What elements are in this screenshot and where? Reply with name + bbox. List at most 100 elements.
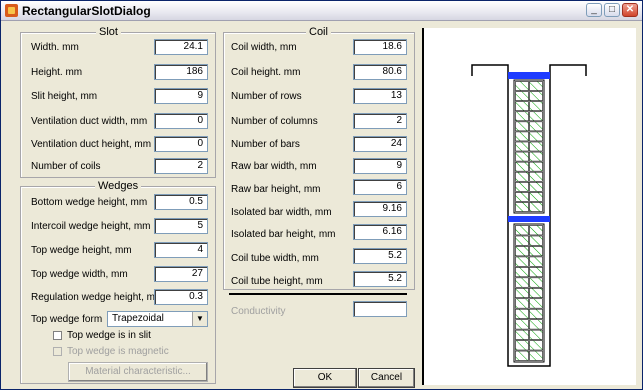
slot-group-title: Slot — [96, 26, 121, 38]
intercoil-wedge — [508, 216, 550, 222]
coil-bar — [529, 267, 543, 278]
isolated-bar-height-label: Isolated bar height, mm — [231, 229, 336, 240]
conductivity-label: Conductivity — [231, 306, 286, 317]
coil-bar — [529, 298, 543, 309]
coil-bar — [515, 298, 529, 309]
coil-bar — [515, 121, 529, 132]
coil-bar — [529, 235, 543, 246]
coil-bar — [529, 141, 543, 152]
isolated-bar-width-input[interactable]: 9.16 — [353, 201, 407, 217]
coil-bar — [529, 181, 543, 192]
isolated-bar-height-input[interactable]: 6.16 — [353, 224, 407, 240]
cancel-button[interactable]: Cancel — [358, 368, 415, 388]
material-characteristic-button[interactable]: Material characteristic... — [68, 362, 208, 382]
number-of-columns-input[interactable]: 2 — [353, 113, 407, 129]
conductivity-input[interactable] — [353, 301, 407, 317]
coil-bar — [515, 319, 529, 330]
coil-bar — [529, 171, 543, 182]
intercoil-wedge-height-label: Intercoil wedge height, mm — [31, 221, 151, 232]
coil-width-input[interactable]: 18.6 — [353, 39, 407, 55]
coil-bar — [529, 192, 543, 202]
regulation-wedge-height-label: Regulation wedge height, mm — [31, 292, 164, 303]
coil-bar — [529, 308, 543, 319]
number-of-coils-label: Number of coils — [31, 161, 101, 172]
coil-bar — [529, 111, 543, 122]
coil-bar — [529, 121, 543, 132]
top-wedge-magnetic-checkbox[interactable] — [53, 347, 62, 356]
coil-bar — [529, 202, 543, 212]
top-wedge — [508, 72, 550, 79]
dialog-window: RectangularSlotDialog _ □ ✕ Slot Width. … — [0, 0, 643, 390]
coil-tube-height-label: Coil tube height, mm — [231, 276, 323, 287]
coil-bar — [515, 192, 529, 202]
coil-bar — [515, 246, 529, 257]
slot-width-input[interactable]: 24.1 — [154, 39, 208, 55]
vent-duct-width-label: Ventilation duct width, mm — [31, 116, 148, 127]
bottom-wedge-height-label: Bottom wedge height, mm — [31, 197, 148, 208]
top-wedge-magnetic-label: Top wedge is magnetic — [67, 346, 169, 357]
number-of-rows-input[interactable]: 13 — [353, 88, 407, 104]
regulation-wedge-height-input[interactable]: 0.3 — [154, 289, 208, 305]
coil-separator — [229, 293, 407, 295]
top-wedge-in-slit-label: Top wedge is in slit — [67, 330, 151, 341]
coil-group-title: Coil — [306, 26, 331, 38]
slot-drawing — [471, 64, 587, 367]
number-of-bars-input[interactable]: 24 — [353, 136, 407, 152]
number-of-rows-label: Number of rows — [231, 91, 302, 102]
coil-bar — [529, 101, 543, 112]
vent-duct-height-input[interactable]: 0 — [154, 136, 208, 152]
vent-duct-width-input[interactable]: 0 — [154, 113, 208, 129]
coil-bar — [529, 350, 543, 361]
slot-height-input[interactable]: 186 — [154, 64, 208, 80]
maximize-button[interactable]: □ — [604, 3, 620, 17]
coil-bar — [515, 202, 529, 212]
chevron-down-icon[interactable]: ▼ — [192, 312, 207, 326]
coil-height-input[interactable]: 80.6 — [353, 64, 407, 80]
number-of-coils-input[interactable]: 2 — [154, 158, 208, 174]
slot-preview-canvas — [422, 28, 636, 385]
top-wedge-form-value: Trapezoidal — [112, 313, 164, 324]
top-wedge-form-label: Top wedge form — [31, 314, 103, 325]
matlab-app-icon — [5, 4, 18, 17]
number-of-columns-label: Number of columns — [231, 116, 318, 127]
raw-bar-height-label: Raw bar height, mm — [231, 184, 321, 195]
coil-bar — [529, 161, 543, 172]
raw-bar-height-input[interactable]: 6 — [353, 179, 407, 195]
coil-bar — [515, 151, 529, 162]
minimize-button[interactable]: _ — [586, 3, 602, 17]
top-wedge-form-select[interactable]: Trapezoidal ▼ — [107, 311, 208, 327]
raw-bar-width-label: Raw bar width, mm — [231, 161, 317, 172]
top-wedge-width-label: Top wedge width, mm — [31, 269, 128, 280]
coil-bar — [515, 267, 529, 278]
bottom-wedge-height-input[interactable]: 0.5 — [154, 194, 208, 210]
coil-bar — [515, 287, 529, 299]
raw-bar-width-input[interactable]: 9 — [353, 158, 407, 174]
coil-tube-height-input[interactable]: 5.2 — [353, 271, 407, 287]
slit-height-label: Slit height, mm — [31, 91, 98, 102]
ok-button[interactable]: OK — [293, 368, 357, 388]
intercoil-wedge-height-input[interactable]: 5 — [154, 218, 208, 234]
slit-height-input[interactable]: 9 — [154, 88, 208, 104]
window-title: RectangularSlotDialog — [22, 4, 151, 18]
wedges-group-title: Wedges — [95, 180, 142, 192]
close-button[interactable]: ✕ — [622, 3, 638, 17]
top-wedge-width-input[interactable]: 27 — [154, 266, 208, 282]
coil-bar — [529, 225, 543, 236]
coil-bar — [529, 151, 543, 162]
coil-bar — [529, 131, 543, 142]
coil-bar — [515, 225, 529, 236]
top-wedge-height-input[interactable]: 4 — [154, 242, 208, 258]
slot-height-label: Height. mm — [31, 67, 83, 78]
title-bar[interactable]: RectangularSlotDialog _ □ ✕ — [1, 1, 642, 21]
coil-height-label: Coil height. mm — [231, 67, 301, 78]
coil-bar — [529, 91, 543, 101]
coil-bar — [515, 161, 529, 172]
coil-bar — [515, 91, 529, 101]
coil-bar — [529, 81, 543, 91]
coil-bar — [529, 319, 543, 330]
top-wedge-in-slit-checkbox[interactable] — [53, 331, 62, 340]
coil-tube-width-input[interactable]: 5.2 — [353, 248, 407, 264]
coil-bar — [515, 141, 529, 152]
coil-bar — [515, 308, 529, 319]
coil-bar — [529, 329, 543, 340]
